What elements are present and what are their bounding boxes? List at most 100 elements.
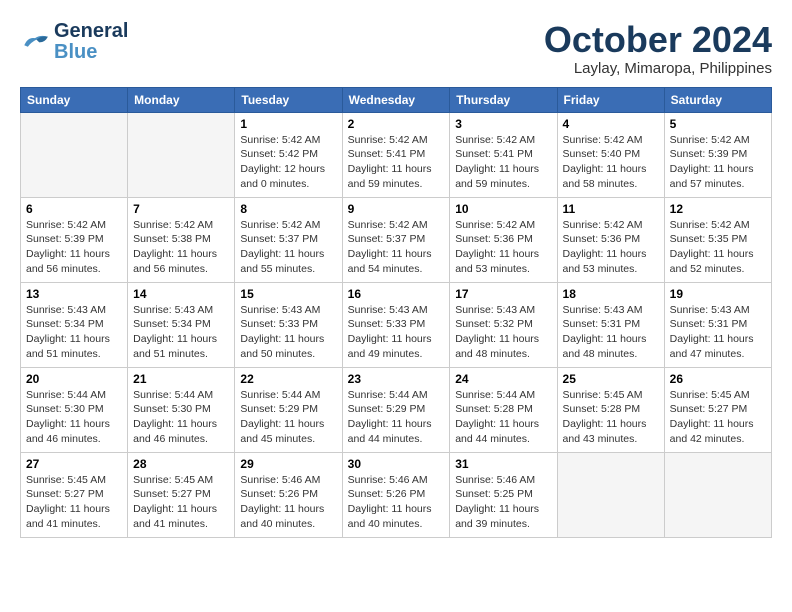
day-number: 29 xyxy=(240,457,336,471)
day-number: 14 xyxy=(133,287,229,301)
day-info: Sunrise: 5:42 AM Sunset: 5:37 PM Dayligh… xyxy=(240,218,336,277)
day-info: Sunrise: 5:42 AM Sunset: 5:39 PM Dayligh… xyxy=(26,218,122,277)
day-number: 23 xyxy=(348,372,445,386)
day-number: 12 xyxy=(670,202,766,216)
calendar-cell: 26Sunrise: 5:45 AM Sunset: 5:27 PM Dayli… xyxy=(664,367,771,452)
location: Laylay, Mimaropa, Philippines xyxy=(544,60,772,77)
day-number: 30 xyxy=(348,457,445,471)
calendar-cell: 14 Sunrise: 5:43 AM Sunset: 5:34 PM Dayli… xyxy=(128,282,235,367)
logo-icon xyxy=(20,31,50,51)
day-info: Sunrise: 5:42 AM Sunset: 5:41 PM Dayligh… xyxy=(455,133,551,192)
day-number: 18 xyxy=(563,287,659,301)
day-info: Sunrise: 5:45 AM Sunset: 5:28 PM Dayligh… xyxy=(563,388,659,447)
week-row: 13 Sunrise: 5:43 AM Sunset: 5:34 PM Dayli… xyxy=(21,282,772,367)
day-number: 6 xyxy=(26,202,122,216)
calendar-cell xyxy=(128,112,235,197)
day-info: Sunrise: 5:45 AM Sunset: 5:27 PM Dayligh… xyxy=(26,473,122,532)
day-info: Sunrise: 5:43 AM Sunset: 5:34 PM Dayligh… xyxy=(133,303,229,362)
title-block: October 2024 Laylay, Mimaropa, Philippin… xyxy=(544,20,772,77)
day-number: 27 xyxy=(26,457,122,471)
day-info: Sunrise: 5:44 AM Sunset: 5:30 PM Dayligh… xyxy=(133,388,229,447)
day-number: 2 xyxy=(348,117,445,131)
calendar-cell: 4Sunrise: 5:42 AM Sunset: 5:40 PM Daylig… xyxy=(557,112,664,197)
day-number: 20 xyxy=(26,372,122,386)
day-number: 7 xyxy=(133,202,229,216)
weekday-header: Tuesday xyxy=(235,87,342,112)
weekday-header-row: SundayMondayTuesdayWednesdayThursdayFrid… xyxy=(21,87,772,112)
calendar-cell: 5Sunrise: 5:42 AM Sunset: 5:39 PM Daylig… xyxy=(664,112,771,197)
day-info: Sunrise: 5:42 AM Sunset: 5:36 PM Dayligh… xyxy=(455,218,551,277)
week-row: 20 Sunrise: 5:44 AM Sunset: 5:30 PM Dayli… xyxy=(21,367,772,452)
weekday-header: Friday xyxy=(557,87,664,112)
day-number: 3 xyxy=(455,117,551,131)
day-info: Sunrise: 5:42 AM Sunset: 5:37 PM Dayligh… xyxy=(348,218,445,277)
day-info: Sunrise: 5:42 AM Sunset: 5:40 PM Dayligh… xyxy=(563,133,659,192)
day-info: Sunrise: 5:43 AM Sunset: 5:34 PM Dayligh… xyxy=(26,303,122,362)
day-number: 24 xyxy=(455,372,551,386)
calendar-cell: 28 Sunrise: 5:45 AM Sunset: 5:27 PM Dayli… xyxy=(128,452,235,537)
calendar-cell: 24 Sunrise: 5:44 AM Sunset: 5:28 PM Dayli… xyxy=(450,367,557,452)
calendar-cell: 22Sunrise: 5:44 AM Sunset: 5:29 PM Dayli… xyxy=(235,367,342,452)
week-row: 6 Sunrise: 5:42 AM Sunset: 5:39 PM Daylig… xyxy=(21,197,772,282)
day-info: Sunrise: 5:43 AM Sunset: 5:32 PM Dayligh… xyxy=(455,303,551,362)
calendar-cell: 29 Sunrise: 5:46 AM Sunset: 5:26 PM Dayli… xyxy=(235,452,342,537)
calendar-cell: 7Sunrise: 5:42 AM Sunset: 5:38 PM Daylig… xyxy=(128,197,235,282)
logo-subtext: Blue xyxy=(54,42,128,62)
calendar-cell: 8 Sunrise: 5:42 AM Sunset: 5:37 PM Daylig… xyxy=(235,197,342,282)
day-number: 17 xyxy=(455,287,551,301)
calendar-cell: 17 Sunrise: 5:43 AM Sunset: 5:32 PM Dayli… xyxy=(450,282,557,367)
weekday-header: Thursday xyxy=(450,87,557,112)
weekday-header: Saturday xyxy=(664,87,771,112)
day-info: Sunrise: 5:44 AM Sunset: 5:30 PM Dayligh… xyxy=(26,388,122,447)
calendar-cell: 23 Sunrise: 5:44 AM Sunset: 5:29 PM Dayli… xyxy=(342,367,450,452)
day-info: Sunrise: 5:46 AM Sunset: 5:26 PM Dayligh… xyxy=(240,473,336,532)
calendar-cell: 10 Sunrise: 5:42 AM Sunset: 5:36 PM Dayli… xyxy=(450,197,557,282)
day-number: 10 xyxy=(455,202,551,216)
calendar-cell: 19 Sunrise: 5:43 AM Sunset: 5:31 PM Dayli… xyxy=(664,282,771,367)
day-info: Sunrise: 5:43 AM Sunset: 5:33 PM Dayligh… xyxy=(348,303,445,362)
calendar-cell: 11Sunrise: 5:42 AM Sunset: 5:36 PM Dayli… xyxy=(557,197,664,282)
day-number: 26 xyxy=(670,372,766,386)
calendar-table: SundayMondayTuesdayWednesdayThursdayFrid… xyxy=(20,87,772,538)
calendar-cell: 16 Sunrise: 5:43 AM Sunset: 5:33 PM Dayli… xyxy=(342,282,450,367)
calendar-cell: 12Sunrise: 5:42 AM Sunset: 5:35 PM Dayli… xyxy=(664,197,771,282)
calendar-cell: 6 Sunrise: 5:42 AM Sunset: 5:39 PM Daylig… xyxy=(21,197,128,282)
calendar-cell: 31 Sunrise: 5:46 AM Sunset: 5:25 PM Dayli… xyxy=(450,452,557,537)
calendar-cell: 9Sunrise: 5:42 AM Sunset: 5:37 PM Daylig… xyxy=(342,197,450,282)
day-number: 19 xyxy=(670,287,766,301)
day-number: 13 xyxy=(26,287,122,301)
day-number: 21 xyxy=(133,372,229,386)
day-info: Sunrise: 5:43 AM Sunset: 5:31 PM Dayligh… xyxy=(563,303,659,362)
weekday-header: Wednesday xyxy=(342,87,450,112)
day-info: Sunrise: 5:46 AM Sunset: 5:26 PM Dayligh… xyxy=(348,473,445,532)
calendar-cell: 30 Sunrise: 5:46 AM Sunset: 5:26 PM Dayli… xyxy=(342,452,450,537)
day-number: 16 xyxy=(348,287,445,301)
weekday-header: Sunday xyxy=(21,87,128,112)
day-number: 15 xyxy=(240,287,336,301)
calendar-cell: 3 Sunrise: 5:42 AM Sunset: 5:41 PM Daylig… xyxy=(450,112,557,197)
day-info: Sunrise: 5:45 AM Sunset: 5:27 PM Dayligh… xyxy=(133,473,229,532)
calendar-cell: 21 Sunrise: 5:44 AM Sunset: 5:30 PM Dayli… xyxy=(128,367,235,452)
day-info: Sunrise: 5:42 AM Sunset: 5:42 PM Dayligh… xyxy=(240,133,336,192)
day-info: Sunrise: 5:44 AM Sunset: 5:28 PM Dayligh… xyxy=(455,388,551,447)
day-info: Sunrise: 5:43 AM Sunset: 5:31 PM Dayligh… xyxy=(670,303,766,362)
day-info: Sunrise: 5:44 AM Sunset: 5:29 PM Dayligh… xyxy=(348,388,445,447)
calendar-cell: 1 Sunrise: 5:42 AM Sunset: 5:42 PM Daylig… xyxy=(235,112,342,197)
calendar-cell: 2Sunrise: 5:42 AM Sunset: 5:41 PM Daylig… xyxy=(342,112,450,197)
day-number: 1 xyxy=(240,117,336,131)
calendar-cell: 15Sunrise: 5:43 AM Sunset: 5:33 PM Dayli… xyxy=(235,282,342,367)
day-number: 31 xyxy=(455,457,551,471)
day-number: 22 xyxy=(240,372,336,386)
calendar-cell: 25 Sunrise: 5:45 AM Sunset: 5:28 PM Dayli… xyxy=(557,367,664,452)
day-number: 5 xyxy=(670,117,766,131)
calendar-cell: 27 Sunrise: 5:45 AM Sunset: 5:27 PM Dayli… xyxy=(21,452,128,537)
week-row: 1 Sunrise: 5:42 AM Sunset: 5:42 PM Daylig… xyxy=(21,112,772,197)
day-number: 28 xyxy=(133,457,229,471)
month-title: October 2024 xyxy=(544,20,772,60)
day-info: Sunrise: 5:46 AM Sunset: 5:25 PM Dayligh… xyxy=(455,473,551,532)
day-number: 8 xyxy=(240,202,336,216)
calendar-cell xyxy=(664,452,771,537)
day-number: 25 xyxy=(563,372,659,386)
logo: General Blue xyxy=(20,20,128,62)
day-number: 11 xyxy=(563,202,659,216)
